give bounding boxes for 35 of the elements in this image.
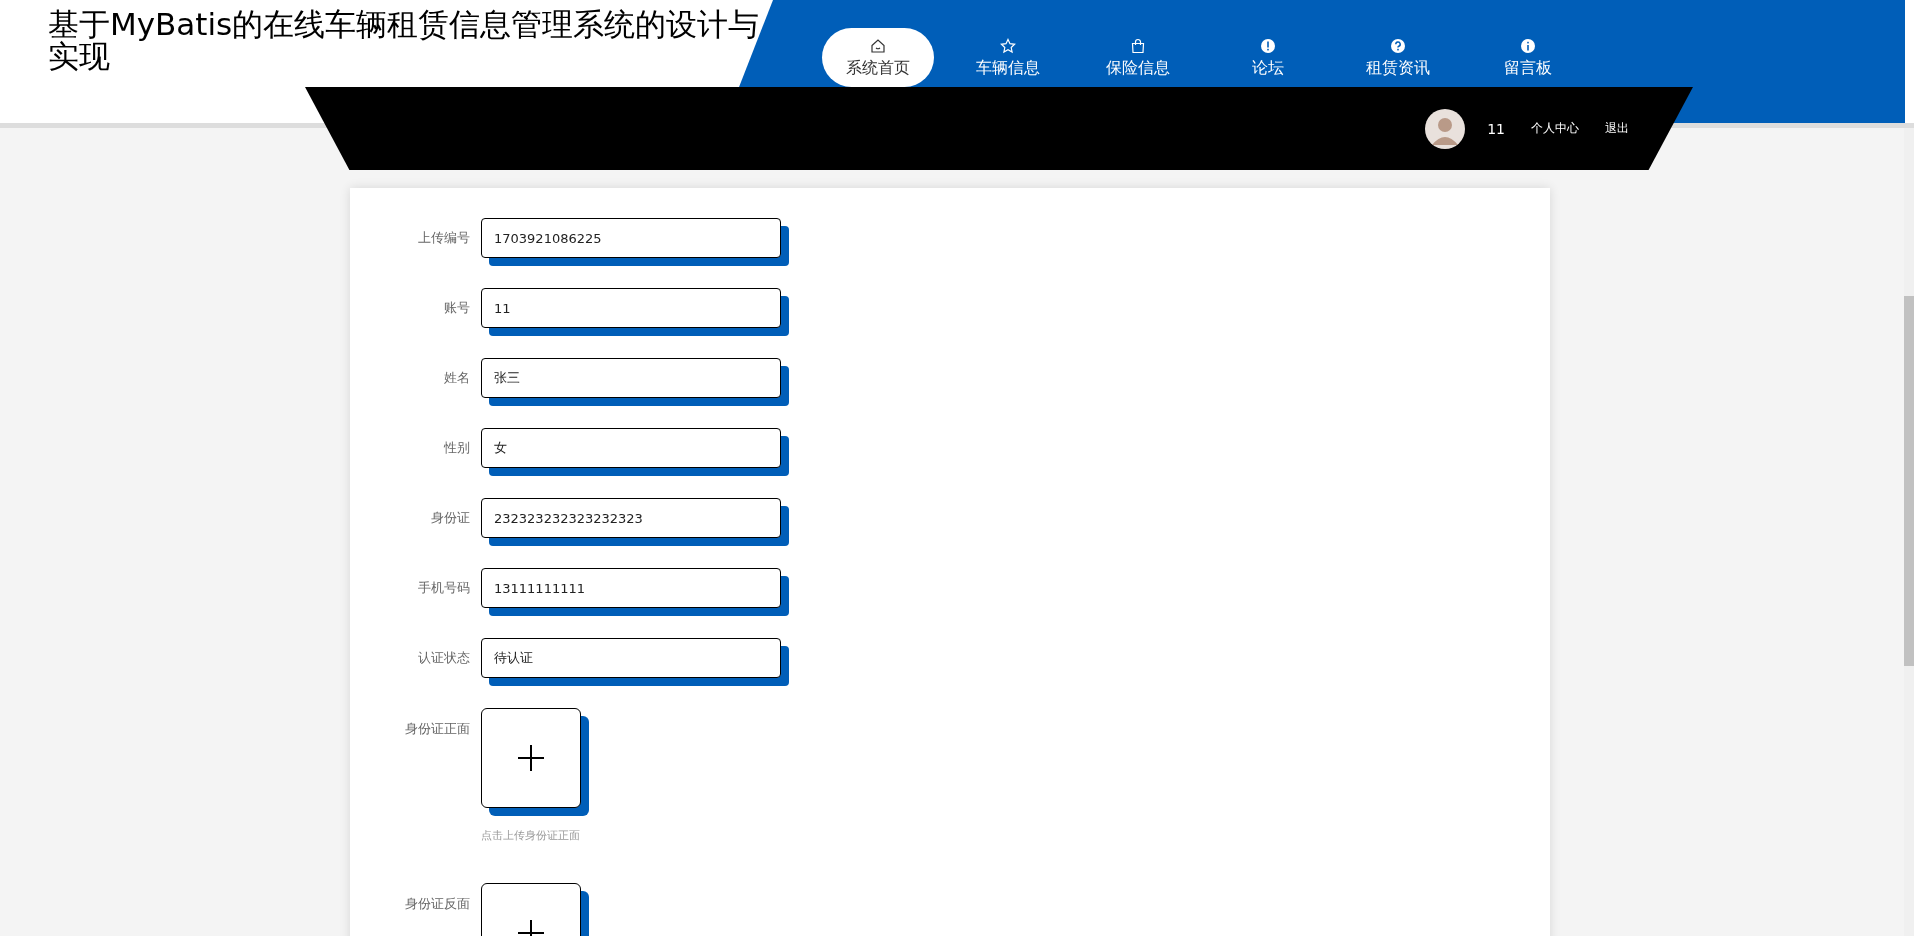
input-field[interactable]: 待认证 (481, 638, 781, 678)
exclamation-icon (1260, 38, 1276, 54)
header-link[interactable]: 个人中心 (1531, 120, 1579, 137)
scrollbar[interactable] (1904, 128, 1914, 936)
field-label: 上传编号 (417, 229, 471, 247)
field-label: 身份证反面 (404, 895, 471, 913)
username: 11 (1487, 120, 1505, 137)
question-icon (1390, 38, 1406, 54)
bag-icon (1130, 38, 1146, 54)
nav-tab[interactable]: 租赁资讯 (1342, 28, 1454, 87)
upload-hint: 点击上传身份证正面 (481, 828, 581, 843)
star-icon (1000, 38, 1016, 54)
input-field[interactable]: 1703921086225 (481, 218, 781, 258)
input-field[interactable]: 13111111111 (481, 568, 781, 608)
nav-tab[interactable]: 保险信息 (1082, 28, 1194, 87)
nav-tab[interactable]: 论坛 (1212, 28, 1324, 87)
nav-tab[interactable]: 留言板 (1472, 28, 1584, 87)
input-field[interactable]: 11 (481, 288, 781, 328)
field-label: 性别 (443, 439, 471, 457)
info-icon (1520, 38, 1536, 54)
input-field[interactable]: 女 (481, 428, 781, 468)
field-label: 认证状态 (417, 649, 471, 667)
field-label: 手机号码 (417, 579, 471, 597)
home-icon (870, 38, 886, 54)
input-field[interactable]: 232323232323232323 (481, 498, 781, 538)
site-title: 基于MyBatis的在线车辆租赁信息管理系统的设计与实现 (48, 8, 761, 72)
field-label: 姓名 (443, 369, 471, 387)
avatar-icon[interactable] (1425, 108, 1466, 149)
field-label: 身份证正面 (404, 720, 471, 738)
header-link[interactable]: 退出 (1605, 120, 1629, 137)
field-label: 账号 (443, 299, 471, 317)
field-label: 身份证 (430, 509, 471, 527)
plus-icon (518, 745, 544, 771)
input-field[interactable]: 张三 (481, 358, 781, 398)
nav-tab[interactable]: 车辆信息 (952, 28, 1064, 87)
